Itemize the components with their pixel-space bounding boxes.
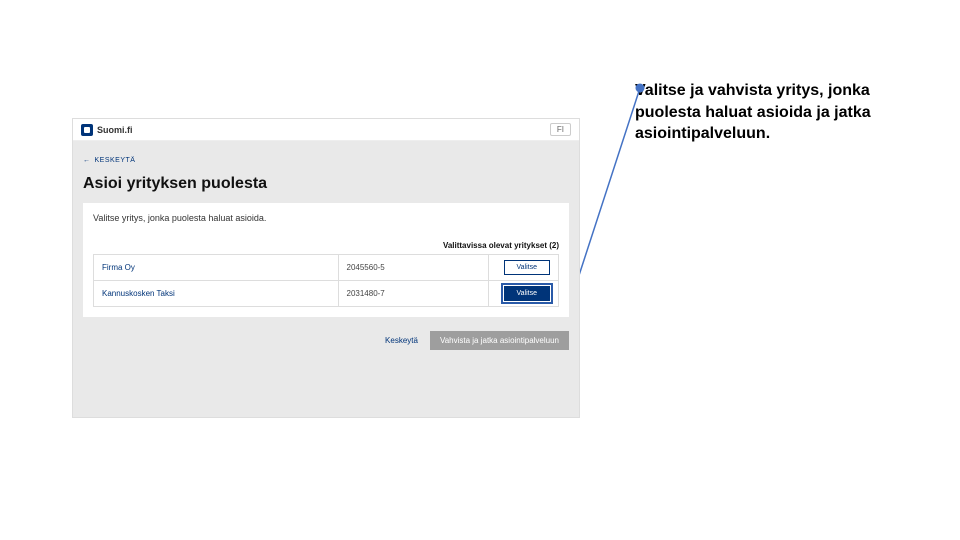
cancel-link[interactable]: Keskeytä (385, 336, 418, 345)
brand-text: Suomi.fi (97, 125, 133, 135)
company-id: 2031480-7 (338, 281, 489, 307)
app-window: Suomi.fi FI ← KESKEYTÄ Asioi yrityksen p… (72, 118, 580, 418)
arrow-left-icon: ← (83, 157, 91, 164)
annotation-text: Valitse ja vahvista yritys, jonka puoles… (635, 80, 925, 145)
language-selector[interactable]: FI (550, 123, 571, 136)
page-title: Asioi yrityksen puolesta (73, 171, 579, 203)
company-id: 2045560-5 (338, 255, 489, 281)
main-panel: Valitse yritys, jonka puolesta haluat as… (83, 203, 569, 317)
topbar: Suomi.fi FI (73, 119, 579, 141)
company-link[interactable]: Firma Oy (102, 263, 135, 272)
company-count: Valittavissa olevat yritykset (2) (93, 241, 559, 250)
company-table: Firma Oy 2045560-5 Valitse Kannuskosken … (93, 254, 559, 307)
table-row: Kannuskosken Taksi 2031480-7 Valitse (94, 281, 559, 307)
back-link[interactable]: ← KESKEYTÄ (83, 157, 135, 164)
brand-icon (81, 124, 93, 136)
company-link[interactable]: Kannuskosken Taksi (102, 289, 175, 298)
brand: Suomi.fi (81, 124, 133, 136)
back-link-label: KESKEYTÄ (95, 157, 136, 164)
footer-actions: Keskeytä Vahvista ja jatka asiointipalve… (73, 317, 579, 350)
table-row: Firma Oy 2045560-5 Valitse (94, 255, 559, 281)
subtitle: Valitse yritys, jonka puolesta haluat as… (93, 213, 559, 223)
select-button[interactable]: Valitse (504, 286, 551, 301)
select-button[interactable]: Valitse (504, 260, 551, 275)
continue-button[interactable]: Vahvista ja jatka asiointipalveluun (430, 331, 569, 350)
